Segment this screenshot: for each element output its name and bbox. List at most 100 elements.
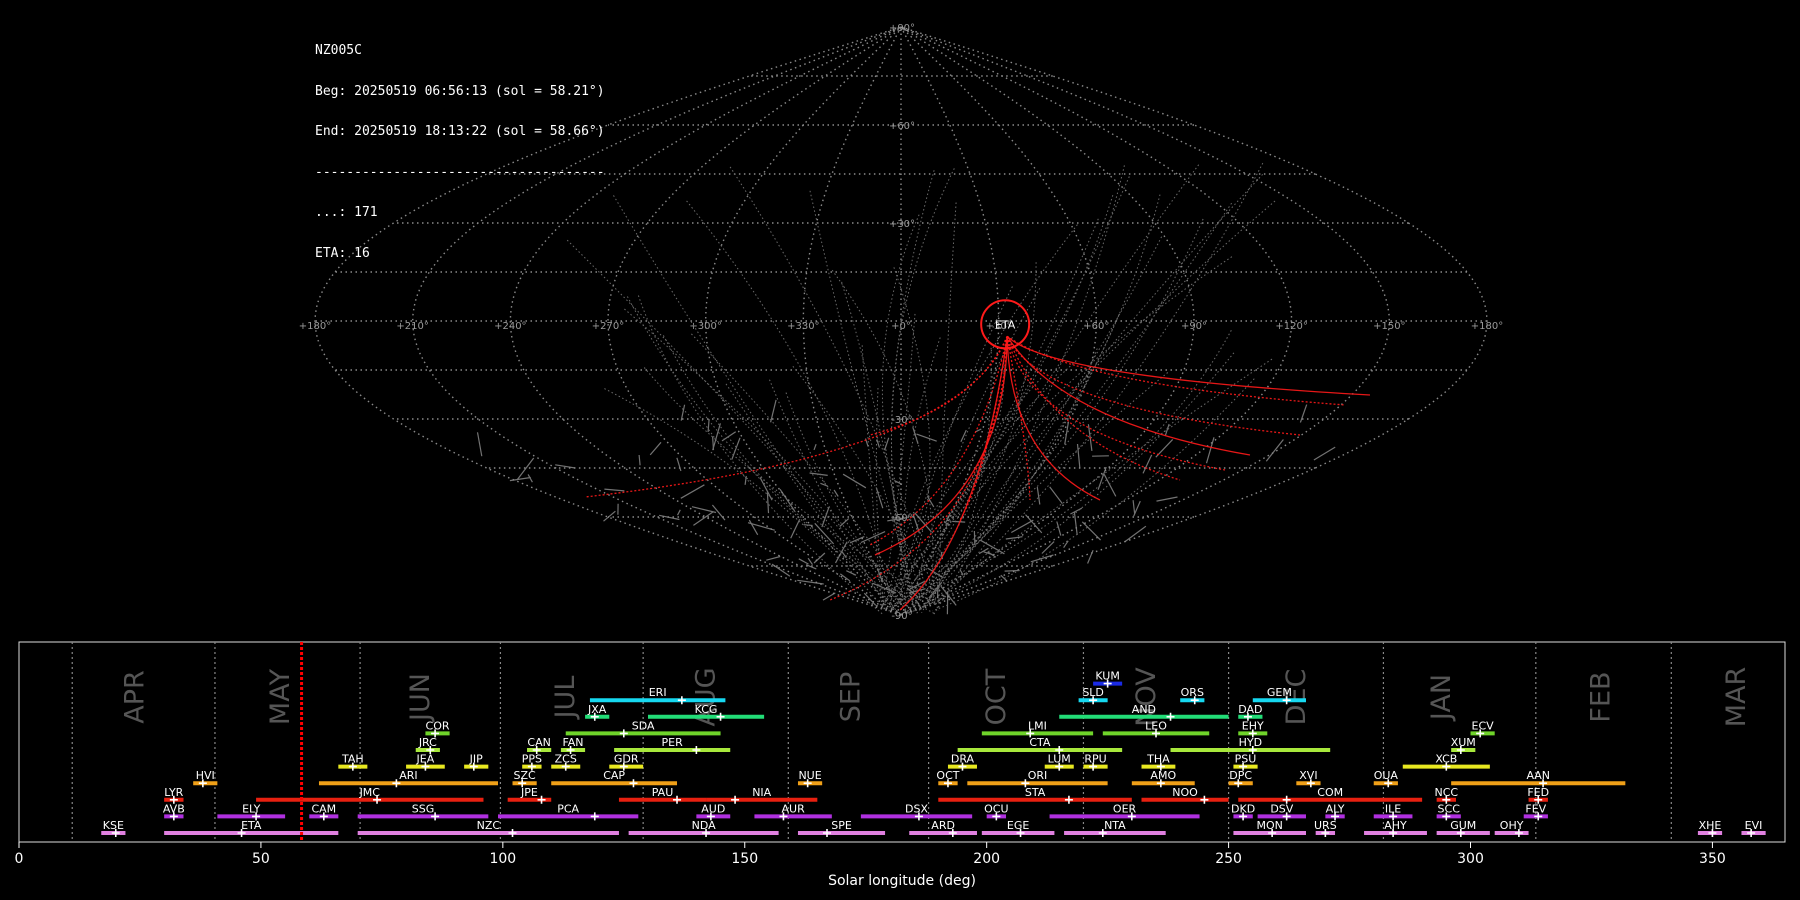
- sporadic-trail: [1011, 519, 1034, 534]
- shower-label: GEM: [1267, 686, 1292, 699]
- month-label: APR: [120, 670, 151, 724]
- shower-label: AND: [1132, 703, 1156, 716]
- shower-label: ECV: [1472, 719, 1495, 732]
- longitude-label: +150°: [1373, 321, 1405, 332]
- sporadic-trail: [790, 518, 801, 539]
- sporadic-trail: [1205, 437, 1215, 464]
- longitude-label: +90°: [1181, 321, 1207, 332]
- sporadic-arc: [890, 218, 1204, 609]
- x-axis-label: Solar longitude (deg): [828, 873, 976, 889]
- shower-label: AUD: [701, 802, 725, 815]
- shower-label: PAU: [652, 786, 674, 799]
- end-time: End: 20250519 18:13:22 (sol = 58.66°): [315, 124, 605, 139]
- sporadic-arc: [912, 352, 1235, 613]
- shower-label: ETA: [241, 819, 262, 832]
- sporadic-trail: [604, 488, 625, 492]
- sporadic-trail: [1124, 525, 1147, 543]
- shower-label: OHY: [1500, 819, 1524, 832]
- sporadic-trail: [1103, 474, 1117, 497]
- shower-label: LYR: [164, 786, 183, 799]
- shower-label: EVI: [1745, 819, 1763, 832]
- month-label: JAN: [1426, 674, 1457, 722]
- sporadic-trail: [1087, 549, 1094, 564]
- sporadic-arc: [913, 194, 1161, 607]
- shower-label: NOO: [1172, 786, 1198, 799]
- shower-label: JEA: [416, 753, 435, 766]
- shower-label: EHY: [1242, 719, 1264, 732]
- meridian-line: [900, 26, 1195, 616]
- x-tick-label: 0: [15, 851, 24, 867]
- shower-label: CAN: [527, 736, 550, 749]
- sporadic-arc: [932, 378, 1255, 612]
- shower-label: HYD: [1239, 736, 1262, 749]
- x-tick-label: 200: [973, 851, 1000, 867]
- sporadic-trail: [1070, 507, 1083, 515]
- x-tick-label: 250: [1215, 851, 1242, 867]
- shower-label: KUM: [1095, 670, 1119, 683]
- sporadic-arc: [566, 239, 911, 616]
- sporadic-trail: [952, 520, 966, 523]
- sporadic-trail: [803, 524, 813, 527]
- sporadic-trail: [1265, 439, 1284, 462]
- sporadic-arc: [890, 168, 955, 602]
- shower-label: RPU: [1084, 753, 1106, 766]
- longitude-label: +120°: [1275, 321, 1307, 332]
- shower-label: AMO: [1150, 769, 1176, 782]
- sporadic-trail: [860, 531, 886, 544]
- longitude-label: +210°: [396, 321, 428, 332]
- shower-label: AHY: [1384, 819, 1407, 832]
- shower-label: ALY: [1326, 802, 1345, 815]
- shower-label: GDR: [614, 753, 639, 766]
- sporadic-trail: [987, 551, 997, 558]
- sporadic-trail: [680, 404, 686, 421]
- month-label: FEB: [1586, 671, 1617, 722]
- sporadic-trail: [975, 428, 982, 433]
- sporadic-trail: [1164, 423, 1170, 436]
- month-label: JUN: [405, 673, 436, 723]
- sporadic-trail: [1036, 487, 1041, 505]
- shower-label: XUM: [1451, 736, 1476, 749]
- sporadic-arc: [903, 337, 941, 603]
- eta-count: ETA: 16: [315, 245, 370, 261]
- shower-label: ELY: [242, 802, 261, 815]
- shower-label: CAM: [311, 802, 336, 815]
- begin-time: Beg: 20250519 06:56:13 (sol = 58.21°): [315, 83, 605, 99]
- longitude-label: +180°: [299, 321, 331, 332]
- x-tick-label: 350: [1699, 851, 1726, 867]
- shower-label: XCB: [1435, 753, 1457, 766]
- sporadic-trail: [731, 437, 741, 460]
- sporadic-arc: [604, 388, 882, 606]
- sporadic-trail: [658, 514, 680, 521]
- latitude-label: +30°: [889, 219, 915, 230]
- sporadic-arc: [861, 345, 883, 604]
- sporadic-trail: [798, 558, 809, 565]
- shower-label: PPS: [522, 753, 542, 766]
- sporadic-trail: [1132, 500, 1136, 515]
- shower-label: DRA: [951, 753, 975, 766]
- shower-label: GUM: [1450, 819, 1476, 832]
- sporadic-count: ...: 171: [315, 205, 378, 220]
- x-tick-label: 150: [731, 851, 758, 867]
- longitude-label: +330°: [787, 321, 819, 332]
- eta-trails: [584, 335, 1371, 611]
- sporadic-trail: [834, 541, 848, 564]
- sporadic-trail: [1142, 454, 1153, 474]
- sporadic-trail: [1073, 512, 1078, 536]
- sporadic-arc: [915, 164, 1200, 601]
- sporadic-trail: [807, 557, 813, 565]
- sporadic-trail: [766, 555, 781, 561]
- sporadic-trail: [1313, 446, 1336, 461]
- sporadic-arc: [626, 296, 907, 606]
- shower-label: DSX: [905, 802, 928, 815]
- x-tick-label: 50: [252, 851, 270, 867]
- shower-label: ORS: [1181, 686, 1204, 699]
- shower-label: EGE: [1007, 819, 1029, 832]
- shower-label: NDA: [692, 819, 717, 832]
- shower-label: OER: [1113, 802, 1137, 815]
- sporadic-arc: [613, 195, 900, 615]
- sporadic-arc: [888, 377, 1042, 613]
- radiant-sky-map: +180° +150° +120° +90° +60° +30° +0° +330° +300°…: [299, 23, 1503, 622]
- eta-trail: [584, 336, 1008, 498]
- shower-label: SZC: [514, 769, 537, 782]
- sporadic-trail: [1156, 496, 1178, 502]
